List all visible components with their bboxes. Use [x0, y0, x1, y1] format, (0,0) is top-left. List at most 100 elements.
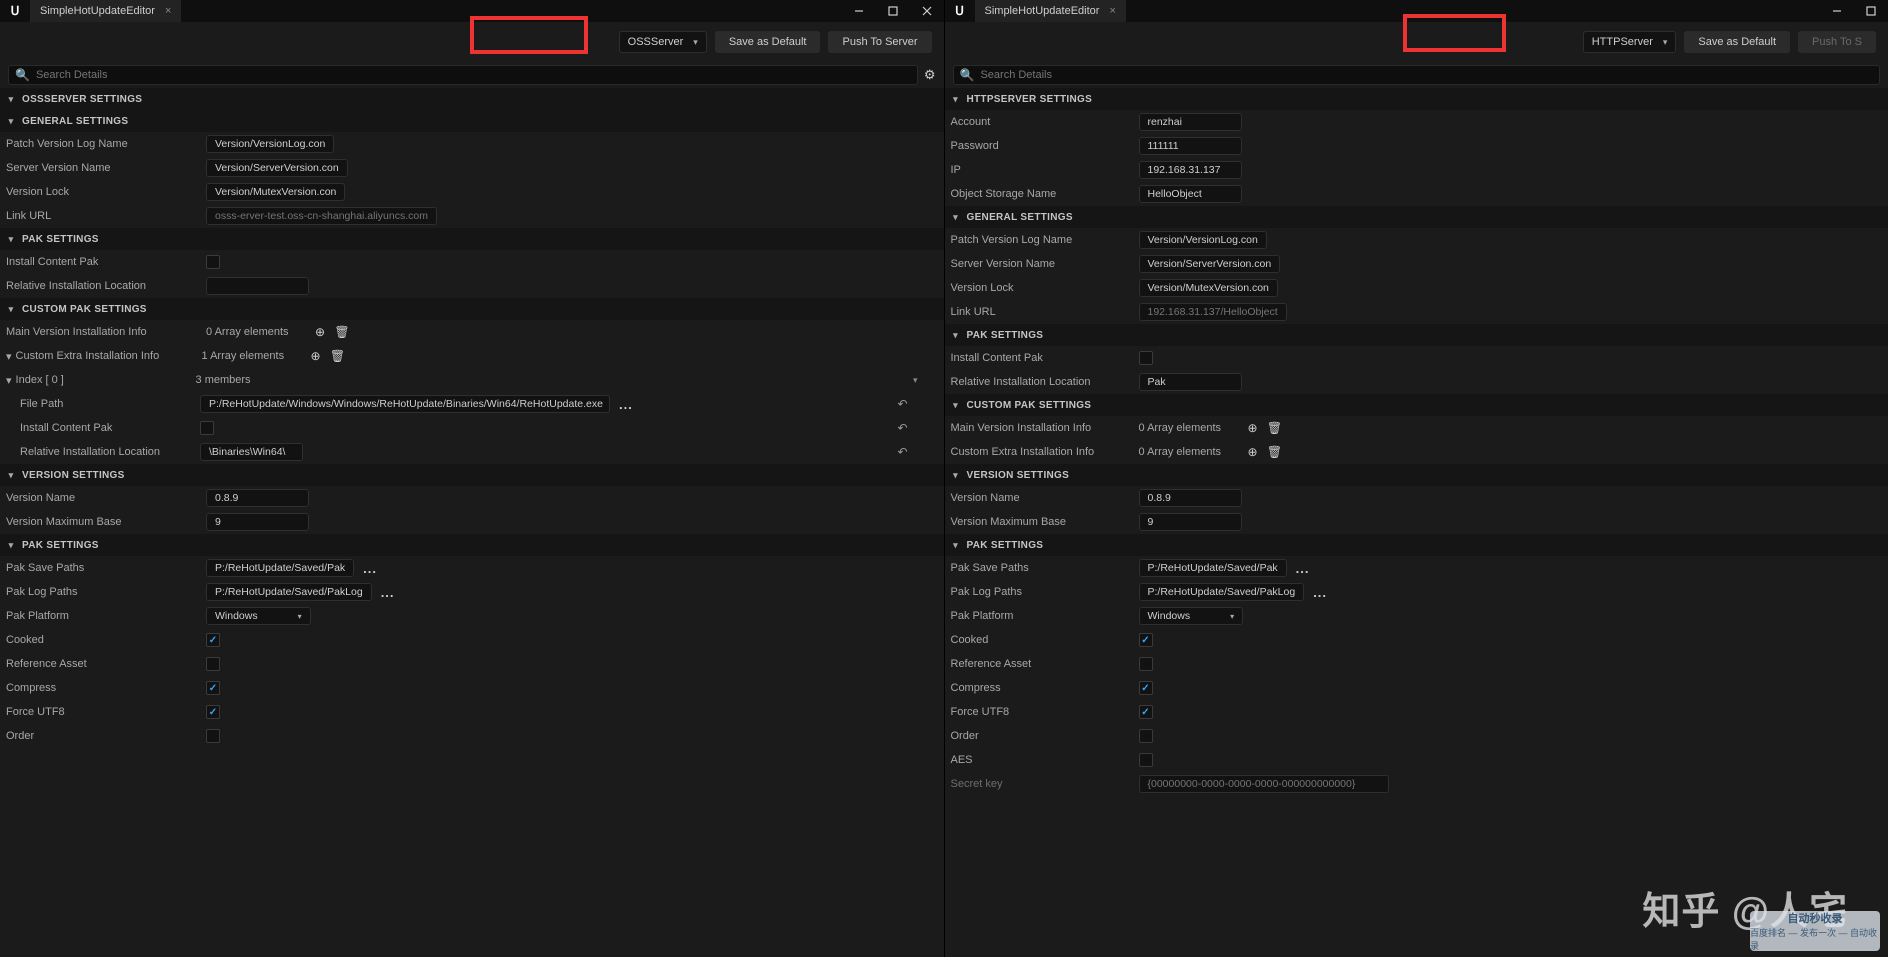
input-rel-inst[interactable]: \Binaries\Win64\	[200, 443, 303, 461]
input-link[interactable]: 192.168.31.137/HelloObject	[1139, 303, 1287, 321]
search-field[interactable]: 🔍	[8, 65, 918, 85]
add-icon[interactable]: ⊕	[1245, 420, 1261, 436]
browse-icon[interactable]: ...	[378, 585, 398, 600]
input-lock[interactable]: Version/MutexVersion.con	[206, 183, 345, 201]
section-pak1[interactable]: ▾PAK SETTINGS	[945, 324, 1888, 346]
checkbox[interactable]	[200, 421, 214, 435]
browse-icon[interactable]: ...	[616, 397, 636, 412]
checkbox-utf[interactable]	[206, 705, 220, 719]
push-button[interactable]: Push To Server	[828, 31, 931, 53]
input-pak-log[interactable]: P:/ReHotUpdate/Saved/PakLog	[206, 583, 372, 601]
dropdown-platform[interactable]: Windows▾	[1139, 607, 1244, 625]
checkbox[interactable]	[1139, 633, 1153, 647]
label-install-pak: Install Content Pak	[6, 256, 206, 268]
input-account[interactable]: renzhai	[1139, 113, 1242, 131]
titlebar: ᑌ SimpleHotUpdateEditor ×	[0, 0, 944, 22]
chevron-down-icon[interactable]: ▾	[6, 374, 12, 387]
add-icon[interactable]: ⊕	[312, 324, 328, 340]
section-general[interactable]: ▾GENERAL SETTINGS	[945, 206, 1888, 228]
input-ver-name[interactable]: 0.8.9	[1139, 489, 1242, 507]
input-link[interactable]: osss-erver-test.oss-cn-shanghai.aliyuncs…	[206, 207, 437, 225]
checkbox-comp[interactable]	[206, 681, 220, 695]
section-ossserver[interactable]: ▾OSSSERVER SETTINGS	[0, 88, 944, 110]
label-comp: Compress	[951, 682, 1139, 694]
section-pak2[interactable]: ▾PAK SETTINGS	[945, 534, 1888, 556]
server-dropdown[interactable]: OSSServer ▾	[619, 31, 707, 53]
dropdown-platform[interactable]: Windows▾	[206, 607, 311, 625]
maximize-button[interactable]	[876, 0, 910, 22]
input-password[interactable]: 111111	[1139, 137, 1242, 155]
maximize-button[interactable]	[1854, 0, 1888, 22]
dropdown-icon[interactable]: ▾	[913, 375, 918, 386]
input-lock[interactable]: Version/MutexVersion.con	[1139, 279, 1278, 297]
minimize-button[interactable]	[842, 0, 876, 22]
label-rel-inst: Relative Installation Location	[20, 446, 200, 458]
section-pak2[interactable]: ▾PAK SETTINGS	[0, 534, 944, 556]
label-ver-name: Version Name	[6, 492, 206, 504]
input-patch[interactable]: Version/VersionLog.con	[1139, 231, 1267, 249]
input-ver-name[interactable]: 0.8.9	[206, 489, 309, 507]
checkbox-cooked[interactable]	[206, 633, 220, 647]
gear-icon[interactable]: ⚙	[924, 67, 936, 83]
input-rel[interactable]: Pak	[1139, 373, 1242, 391]
input-secret[interactable]: {00000000-0000-0000-0000-000000000000}	[1139, 775, 1389, 793]
input-pak-save[interactable]: P:/ReHotUpdate/Saved/Pak	[206, 559, 354, 577]
checkbox[interactable]	[1139, 705, 1153, 719]
close-icon[interactable]: ×	[1109, 5, 1115, 17]
tab[interactable]: SimpleHotUpdateEditor ×	[975, 0, 1126, 22]
checkbox-install-pak[interactable]	[206, 255, 220, 269]
search-field[interactable]: 🔍	[953, 65, 1881, 85]
close-icon[interactable]: ×	[165, 5, 171, 17]
input-pak-save[interactable]: P:/ReHotUpdate/Saved/Pak	[1139, 559, 1287, 577]
trash-icon[interactable]: 🗑	[330, 348, 346, 364]
trash-icon[interactable]: 🗑	[1267, 444, 1283, 460]
minimize-button[interactable]	[1820, 0, 1854, 22]
add-icon[interactable]: ⊕	[1245, 444, 1261, 460]
push-button[interactable]: Push To S	[1798, 31, 1876, 53]
input-server-ver[interactable]: Version/ServerVersion.con	[206, 159, 348, 177]
unreal-logo-icon: ᑌ	[0, 4, 30, 18]
save-default-button[interactable]: Save as Default	[1684, 31, 1790, 53]
close-button[interactable]	[910, 0, 944, 22]
save-default-button[interactable]: Save as Default	[715, 31, 821, 53]
tab[interactable]: SimpleHotUpdateEditor ×	[30, 0, 181, 22]
input-ver-max[interactable]: 9	[1139, 513, 1242, 531]
browse-icon[interactable]: ...	[360, 561, 380, 576]
section-version[interactable]: ▾VERSION SETTINGS	[0, 464, 944, 486]
revert-icon[interactable]: ↶	[897, 421, 907, 435]
browse-icon[interactable]: ...	[1310, 585, 1330, 600]
section-custom[interactable]: ▾CUSTOM PAK SETTINGS	[945, 394, 1888, 416]
browse-icon[interactable]: ...	[1293, 561, 1313, 576]
server-dropdown[interactable]: HTTPServer ▾	[1583, 31, 1677, 53]
checkbox[interactable]	[1139, 681, 1153, 695]
revert-icon[interactable]: ↶	[897, 445, 907, 459]
input-ip[interactable]: 192.168.31.137	[1139, 161, 1242, 179]
label-pak-save: Pak Save Paths	[6, 562, 206, 574]
trash-icon[interactable]: 🗑	[334, 324, 350, 340]
checkbox-order[interactable]	[206, 729, 220, 743]
label-ref: Reference Asset	[6, 658, 206, 670]
add-icon[interactable]: ⊕	[308, 348, 324, 364]
trash-icon[interactable]: 🗑	[1267, 420, 1283, 436]
section-general[interactable]: ▾GENERAL SETTINGS	[0, 110, 944, 132]
checkbox[interactable]	[1139, 351, 1153, 365]
input-filepath[interactable]: P:/ReHotUpdate/Windows/Windows/ReHotUpda…	[200, 395, 610, 413]
revert-icon[interactable]: ↶	[897, 397, 907, 411]
checkbox[interactable]	[1139, 753, 1153, 767]
section-custom[interactable]: ▾CUSTOM PAK SETTINGS	[0, 298, 944, 320]
checkbox[interactable]	[1139, 657, 1153, 671]
chevron-down-icon[interactable]: ▾	[6, 350, 12, 363]
section-version[interactable]: ▾VERSION SETTINGS	[945, 464, 1888, 486]
search-input[interactable]	[36, 69, 911, 81]
search-input[interactable]	[980, 69, 1873, 81]
input-ver-max[interactable]: 9	[206, 513, 309, 531]
input-pak-log[interactable]: P:/ReHotUpdate/Saved/PakLog	[1139, 583, 1305, 601]
section-httpserver[interactable]: ▾HTTPSERVER SETTINGS	[945, 88, 1888, 110]
input-patch[interactable]: Version/VersionLog.con	[206, 135, 334, 153]
section-pak1[interactable]: ▾PAK SETTINGS	[0, 228, 944, 250]
checkbox[interactable]	[1139, 729, 1153, 743]
input-obj[interactable]: HelloObject	[1139, 185, 1242, 203]
checkbox-ref[interactable]	[206, 657, 220, 671]
input-server-ver[interactable]: Version/ServerVersion.con	[1139, 255, 1281, 273]
input-rel-loc[interactable]	[206, 277, 309, 295]
